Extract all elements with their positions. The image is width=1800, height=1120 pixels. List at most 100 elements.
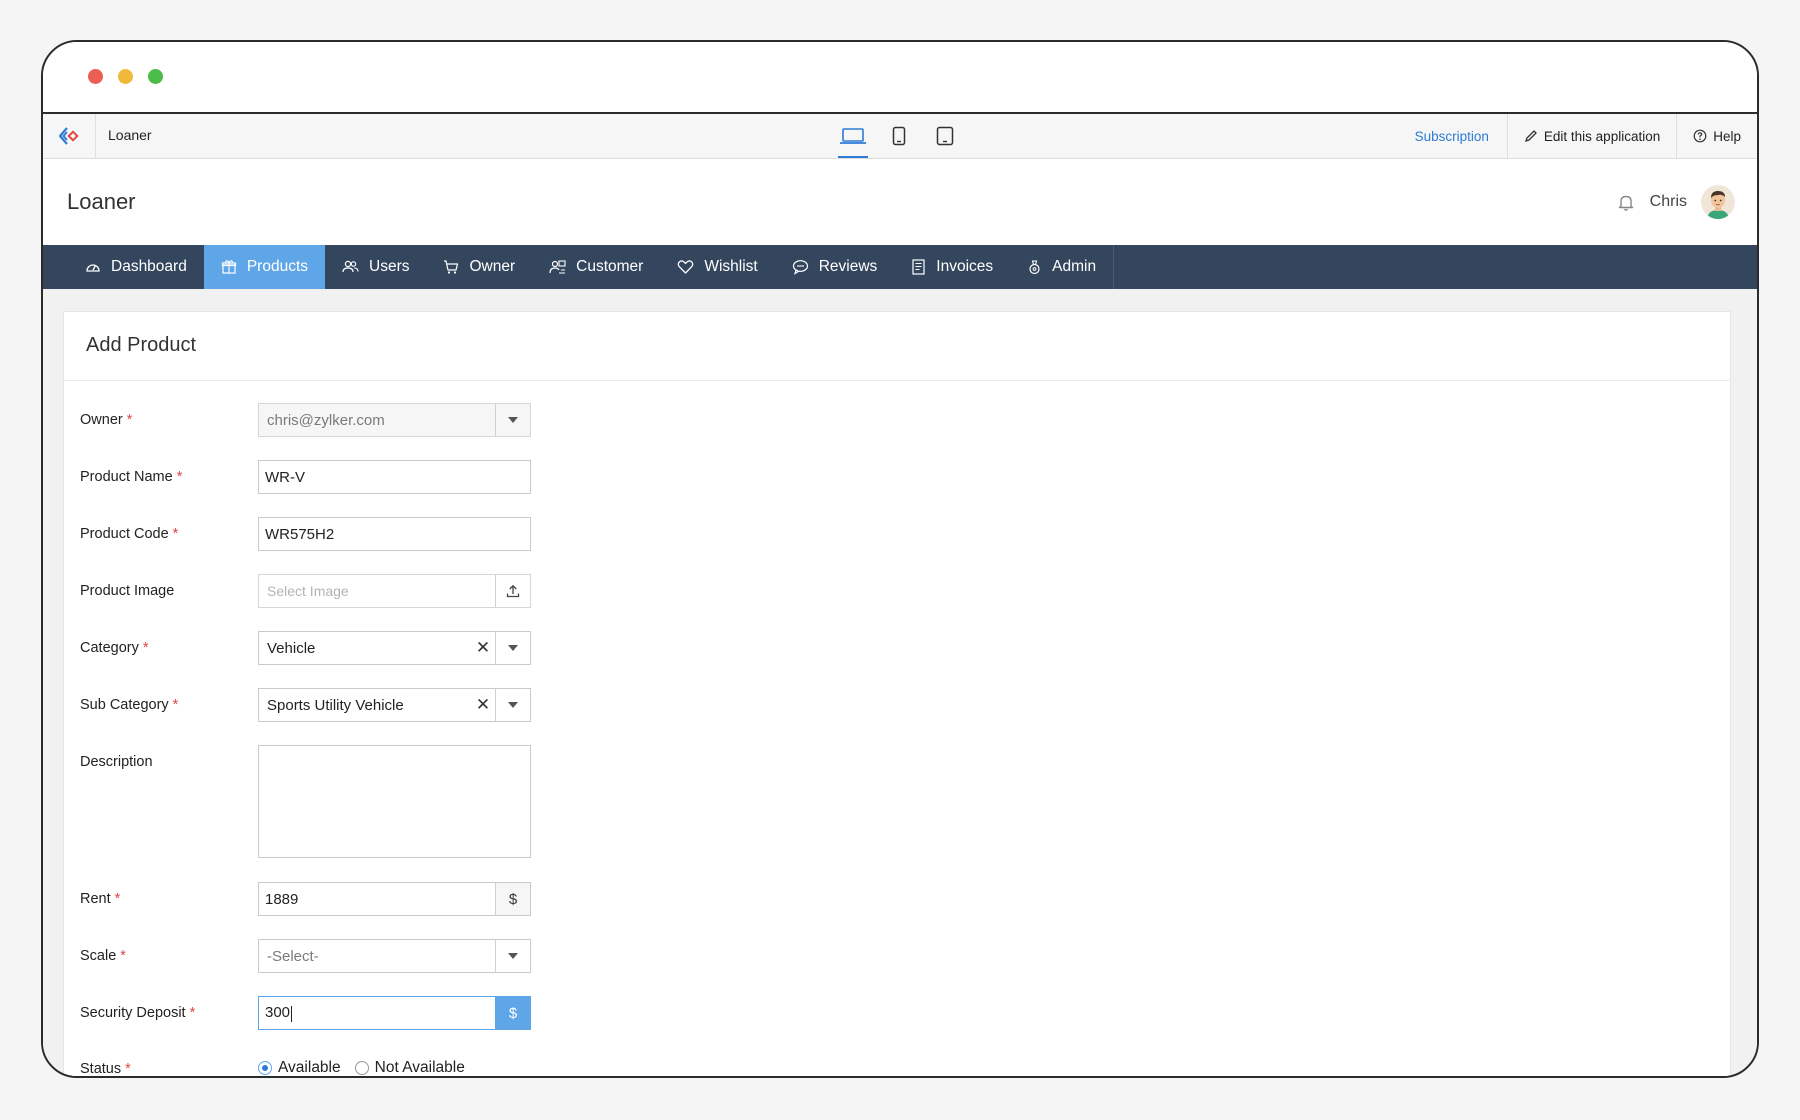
product-name-input[interactable]: WR-V [258, 460, 531, 494]
content-area: Add Product Owner * chris@zylker.com Prod… [43, 289, 1757, 1077]
pencil-icon [1524, 130, 1537, 143]
tablet-icon [936, 126, 954, 146]
owner-select[interactable]: chris@zylker.com [258, 403, 531, 437]
product-code-value: WR575H2 [265, 525, 335, 543]
nav-item-owner[interactable]: Owner [426, 245, 532, 289]
device-preview-switch [838, 114, 960, 158]
owner-label: Owner [80, 412, 123, 428]
browser-window: Loaner Subscription Edit this applicatio… [41, 40, 1759, 1078]
nav-item-label: Users [369, 258, 410, 275]
security-deposit-input[interactable]: 300 $ [258, 996, 531, 1030]
nav-item-dashboard[interactable]: Dashboard [43, 245, 204, 289]
edit-application-button[interactable]: Edit this application [1506, 114, 1676, 158]
product-image-placeholder: Select Image [267, 583, 349, 599]
category-dropdown-button[interactable] [495, 632, 530, 664]
radio-unchecked-icon [354, 1061, 369, 1075]
avatar[interactable] [1701, 185, 1735, 219]
required-marker: * [172, 526, 179, 542]
scale-label: Scale [80, 948, 117, 964]
nav-item-users[interactable]: Users [325, 245, 426, 289]
mobile-view-button[interactable] [884, 114, 914, 158]
rent-label: Rent [80, 891, 111, 907]
app-toolbar: Loaner Subscription Edit this applicatio… [43, 114, 1757, 159]
subscription-link[interactable]: Subscription [1399, 114, 1507, 158]
nav-item-admin[interactable]: Admin [1010, 245, 1115, 289]
rent-field: Rent * 1889 $ [80, 882, 560, 916]
product-code-input[interactable]: WR575H2 [258, 517, 531, 551]
invoice-icon [912, 259, 925, 275]
product-image-picker[interactable]: Select Image [258, 574, 531, 608]
owner-value: chris@zylker.com [267, 411, 385, 429]
nav-item-label: Wishlist [704, 258, 758, 275]
nav-item-wishlist[interactable]: Wishlist [660, 245, 774, 289]
desktop-view-button[interactable] [838, 114, 868, 158]
nav-item-invoices[interactable]: Invoices [894, 245, 1010, 289]
nav-item-products[interactable]: Products [203, 245, 325, 289]
help-label: Help [1713, 128, 1741, 144]
security-deposit-value: 300 [265, 1004, 291, 1022]
product-name-field: Product Name * WR-V [80, 460, 560, 494]
scale-value: -Select- [267, 947, 319, 965]
nav-item-customer[interactable]: Customer [532, 245, 660, 289]
user-name[interactable]: Chris [1650, 193, 1687, 211]
nav-item-label: Customer [576, 258, 644, 275]
security-deposit-currency-addon: $ [495, 997, 530, 1029]
close-window-button[interactable] [88, 69, 103, 84]
caret-down-icon [508, 953, 518, 959]
product-image-field: Product Image Select Image [80, 574, 560, 608]
nav-item-label: Admin [1052, 258, 1097, 275]
nav-item-reviews[interactable]: Reviews [775, 245, 895, 289]
customer-icon [549, 260, 566, 274]
required-marker: * [120, 948, 126, 964]
upload-icon [506, 584, 520, 598]
sub-category-value: Sports Utility Vehicle [267, 696, 404, 714]
clear-category-icon[interactable]: ✕ [471, 632, 495, 664]
add-product-form: Add Product Owner * chris@zylker.com Prod… [63, 311, 1731, 1077]
creator-logo-icon[interactable] [43, 114, 96, 158]
sub-category-select[interactable]: Sports Utility Vehicle ✕ [258, 688, 531, 722]
product-code-label: Product Code [80, 526, 169, 542]
rent-value: 1889 [265, 890, 299, 908]
edit-application-label: Edit this application [1543, 128, 1661, 144]
description-field: Description [80, 745, 560, 858]
gift-icon [221, 260, 236, 274]
chat-icon [792, 260, 808, 275]
help-button[interactable]: Help [1676, 114, 1757, 158]
form-header: Add Product [64, 312, 1730, 381]
required-marker: * [125, 1061, 131, 1077]
category-label: Category [80, 640, 139, 656]
category-select[interactable]: Vehicle ✕ [258, 631, 531, 665]
maximize-window-button[interactable] [148, 69, 163, 84]
app-header: Loaner Chris [43, 159, 1757, 245]
status-option-label: Available [278, 1059, 341, 1076]
app-toolbar-actions: Subscription Edit this application Help [1399, 114, 1757, 158]
clear-sub-category-icon[interactable]: ✕ [471, 689, 495, 721]
nav-item-label: Dashboard [111, 258, 187, 275]
owner-dropdown-button[interactable] [495, 404, 530, 436]
upload-button[interactable] [495, 575, 530, 607]
scale-field: Scale * -Select- [80, 939, 560, 973]
sub-category-dropdown-button[interactable] [495, 689, 530, 721]
description-textarea[interactable] [258, 745, 531, 858]
help-icon [1693, 129, 1707, 143]
category-field: Category * Vehicle ✕ [80, 631, 560, 665]
status-not-available-radio[interactable]: Not Available [354, 1059, 465, 1076]
app-name: Loaner [108, 127, 152, 143]
status-available-radio[interactable]: Available [258, 1059, 341, 1076]
admin-icon [1029, 260, 1040, 275]
tablet-view-button[interactable] [930, 114, 960, 158]
required-marker: * [172, 697, 179, 713]
description-label: Description [80, 754, 153, 770]
scale-select[interactable]: -Select- [258, 939, 531, 973]
minimize-window-button[interactable] [118, 69, 133, 84]
status-option-label: Not Available [374, 1059, 465, 1076]
text-cursor [291, 1005, 293, 1022]
bell-icon[interactable] [1616, 192, 1636, 212]
subscription-label: Subscription [1414, 128, 1489, 144]
rent-input[interactable]: 1889 $ [258, 882, 531, 916]
cart-icon [444, 260, 459, 274]
caret-down-icon [508, 417, 518, 423]
rent-currency-addon: $ [495, 883, 530, 915]
scale-dropdown-button[interactable] [495, 940, 530, 972]
product-code-field: Product Code * WR575H2 [80, 517, 560, 551]
